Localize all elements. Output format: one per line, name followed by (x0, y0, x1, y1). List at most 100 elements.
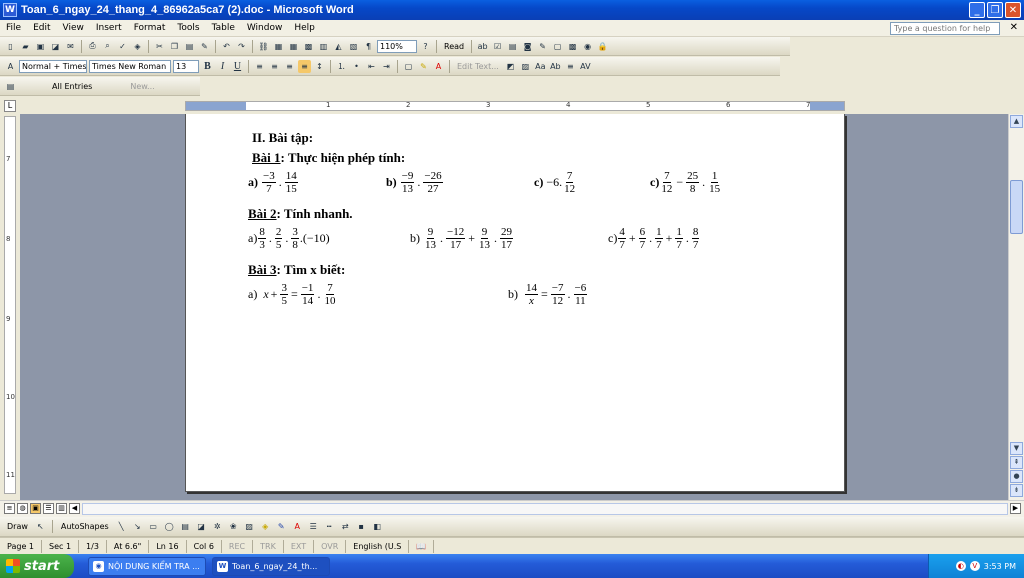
web-layout-icon[interactable]: ◍ (17, 503, 28, 514)
status-trk[interactable]: TRK (253, 539, 284, 553)
save-icon[interactable]: ▣ (34, 40, 47, 53)
menu-view[interactable]: View (57, 23, 90, 33)
edit-text-button[interactable]: Edit Text... (454, 62, 502, 71)
menu-help[interactable]: Help (288, 23, 321, 33)
status-language[interactable]: English (U.S (346, 539, 410, 553)
wordart-insert-icon[interactable]: ◪ (195, 520, 208, 533)
status-ovr[interactable]: OVR (314, 539, 347, 553)
cut-icon[interactable]: ✂ (153, 40, 166, 53)
open-folder-icon[interactable]: ▰ (19, 40, 32, 53)
align-center-icon[interactable]: ≡ (268, 60, 281, 73)
document-map-icon[interactable]: ▧ (347, 40, 360, 53)
horizontal-scroll-track[interactable] (82, 503, 1008, 515)
zoom-select[interactable]: 110% (377, 39, 417, 53)
justify-icon[interactable]: ≡ (298, 59, 311, 73)
spelling-status-icon[interactable]: 📖 (409, 539, 435, 553)
tables-borders-icon[interactable]: ▦ (272, 40, 285, 53)
normal-view-icon[interactable]: ≡ (4, 503, 15, 514)
horizontal-scrollbar[interactable]: ≡ ◍ ▣ ☰ ▥ ◀ ▶ (0, 500, 1024, 517)
borders-icon[interactable]: ▢ (402, 60, 415, 73)
autoshapes-menu-button[interactable]: AutoShapes (58, 522, 112, 531)
style-select[interactable]: Normal + Times (19, 59, 87, 73)
wordart-vertical-icon[interactable]: Ab (549, 60, 562, 73)
ruler-strip[interactable]: 1 2 3 4 5 6 7 (185, 101, 845, 111)
insert-excel-icon[interactable]: ▩ (302, 40, 315, 53)
menu-format[interactable]: Format (128, 23, 172, 33)
show-hide-icon[interactable]: ¶ (362, 40, 375, 53)
all-entries-button[interactable]: All Entries (49, 82, 95, 91)
title-bar[interactable]: W Toan_6_ngay_24_thang_4_86962a5ca7 (2).… (0, 0, 1024, 20)
increase-indent-icon[interactable]: ⇥ (380, 60, 393, 73)
maximize-button[interactable]: ❐ (987, 2, 1003, 18)
new-entry-button[interactable]: New... (127, 82, 157, 91)
protect-form-icon[interactable]: 🔒 (596, 40, 609, 53)
rectangle-icon[interactable]: ▭ (147, 520, 160, 533)
line-style-icon[interactable]: ☰ (307, 520, 320, 533)
line-color-icon[interactable]: ✎ (275, 520, 288, 533)
vertical-ruler[interactable]: 7 8 9 10 11 (4, 116, 16, 494)
permission-icon[interactable]: ◪ (49, 40, 62, 53)
arrow-style-icon[interactable]: ⇄ (339, 520, 352, 533)
scroll-up-icon[interactable]: ▲ (1010, 115, 1023, 128)
fill-color-icon[interactable]: ◈ (259, 520, 272, 533)
dropdown-field-icon[interactable]: ▤ (506, 40, 519, 53)
draw-menu-button[interactable]: Draw (4, 522, 31, 531)
print-layout-icon[interactable]: ▣ (30, 503, 41, 514)
hyperlink-icon[interactable]: ⛓ (257, 40, 270, 53)
decrease-indent-icon[interactable]: ⇤ (365, 60, 378, 73)
format-painter-icon[interactable]: ✎ (198, 40, 211, 53)
help-search-input[interactable]: Type a question for help (890, 22, 1000, 35)
field-shading-icon[interactable]: ▩ (566, 40, 579, 53)
diagram-icon[interactable]: ✲ (211, 520, 224, 533)
menu-table[interactable]: Table (206, 23, 241, 33)
spelling-icon[interactable]: ✓ (116, 40, 129, 53)
font-select[interactable]: Times New Roman (89, 59, 171, 73)
select-objects-icon[interactable]: ↖ (34, 520, 47, 533)
3d-style-icon[interactable]: ◧ (371, 520, 384, 533)
wordart-icon[interactable]: ◩ (504, 60, 517, 73)
insert-frame-icon[interactable]: ▢ (551, 40, 564, 53)
document-page[interactable]: II. Bài tập: Bài 1: Thực hiện phép tính:… (185, 114, 845, 492)
taskbar-item-chrome[interactable]: ◉ NỘI DUNG KIỂM TRA ... (88, 556, 206, 576)
scroll-left-icon[interactable]: ◀ (69, 503, 80, 514)
read-button[interactable]: Read (441, 42, 467, 51)
numbering-icon[interactable]: ⒈ (335, 60, 348, 73)
help-icon[interactable]: ? (419, 40, 432, 53)
draw-table-icon[interactable]: ✎ (536, 40, 549, 53)
vertical-scrollbar[interactable]: ▲ ▼ ⇞ ● ⇟ (1008, 114, 1024, 500)
highlight-icon[interactable]: ✎ (417, 60, 430, 73)
redo-icon[interactable]: ↷ (235, 40, 248, 53)
print-icon[interactable]: ⎙ (86, 40, 99, 53)
wordart-shape-icon[interactable]: ▨ (519, 60, 532, 73)
char-spacing-icon[interactable]: AV (579, 60, 592, 73)
text-field-icon[interactable]: ab (476, 40, 489, 53)
picture-icon[interactable]: ▨ (243, 520, 256, 533)
clip-art-icon[interactable]: ❀ (227, 520, 240, 533)
wordart-alignment-icon[interactable]: ≡ (564, 60, 577, 73)
previous-page-icon[interactable]: ⇞ (1010, 456, 1023, 469)
insert-table-icon[interactable]: ▦ (287, 40, 300, 53)
status-rec[interactable]: REC (222, 539, 254, 553)
checkbox-field-icon[interactable]: ☑ (491, 40, 504, 53)
print-preview-icon[interactable]: ⌕ (101, 40, 114, 53)
minimize-button[interactable]: _ (969, 2, 985, 18)
tray-antivirus-icon[interactable]: V (969, 561, 980, 571)
horizontal-ruler[interactable]: L 1 2 3 4 5 6 7 (0, 98, 1024, 114)
new-document-icon[interactable]: ▯ (4, 40, 17, 53)
menu-insert[interactable]: Insert (90, 23, 128, 33)
menu-file[interactable]: File (0, 23, 27, 33)
bold-button[interactable]: B (201, 60, 214, 73)
italic-button[interactable]: I (216, 60, 229, 73)
styles-icon[interactable]: A (4, 60, 17, 73)
scroll-down-icon[interactable]: ▼ (1010, 442, 1023, 455)
menu-window[interactable]: Window (241, 23, 289, 33)
reading-layout-icon[interactable]: ▥ (56, 503, 67, 514)
paste-icon[interactable]: ▤ (183, 40, 196, 53)
clock[interactable]: 3:53 PM (984, 562, 1016, 571)
align-left-icon[interactable]: ≡ (253, 60, 266, 73)
taskbar-item-word[interactable]: W Toan_6_ngay_24_th... (212, 556, 330, 576)
dash-style-icon[interactable]: ┅ (323, 520, 336, 533)
close-button[interactable]: ✕ (1005, 2, 1021, 18)
document-area[interactable]: II. Bài tập: Bài 1: Thực hiện phép tính:… (20, 114, 1008, 500)
shadow-style-icon[interactable]: ▪ (355, 520, 368, 533)
